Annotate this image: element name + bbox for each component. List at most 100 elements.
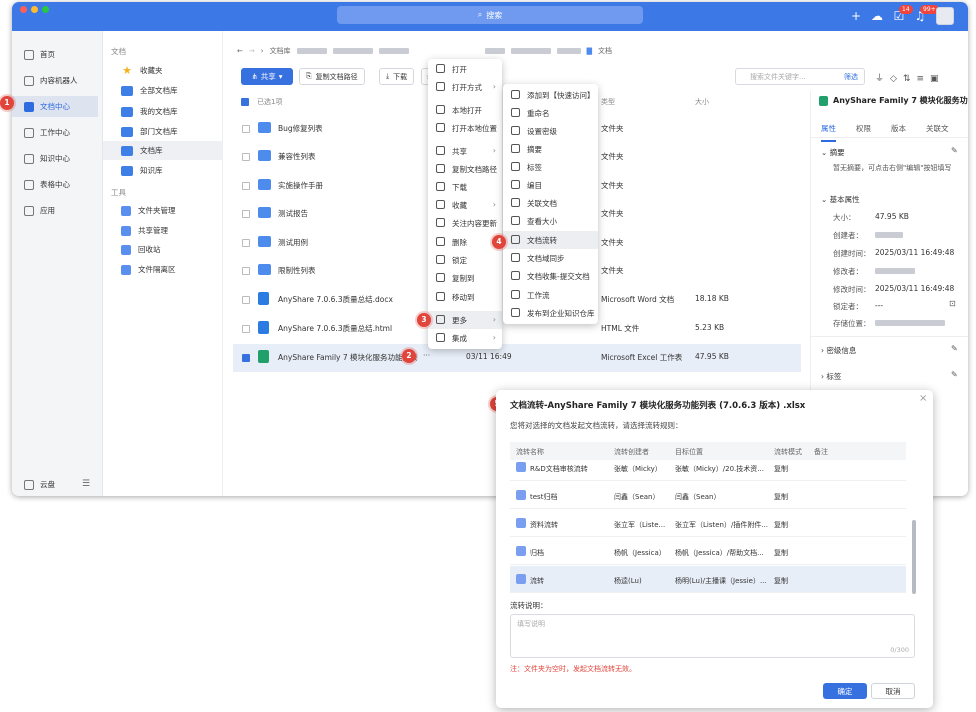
table-row[interactable]: test归档 闫鑫（Sean） 闫鑫（Sean） 复制 — [510, 482, 906, 509]
basic-props-header[interactable]: ⌄ 基本属性 — [821, 194, 860, 205]
file-name[interactable]: 兼容性列表 — [278, 151, 316, 162]
sort-icon[interactable]: ⇅ — [903, 74, 917, 84]
sidebar-item-doc-library[interactable]: 文档库 — [103, 141, 222, 160]
download-button[interactable]: ⤓ 下载 — [379, 68, 415, 85]
sidebar-item-recycle-bin[interactable]: 回收站 — [103, 240, 222, 259]
forward-icon[interactable]: → — [249, 47, 255, 55]
nav-content-robot[interactable]: 内容机器人 — [12, 70, 98, 91]
menu-share[interactable]: 共享 › — [428, 142, 502, 160]
select-all-checkbox[interactable] — [241, 98, 249, 106]
submenu-view-size[interactable]: 查看大小 — [503, 212, 598, 230]
submenu-summary[interactable]: 摘要 — [503, 140, 598, 158]
submenu-domain-sync[interactable]: 文档域同步 — [503, 249, 598, 267]
row-checkbox[interactable] — [242, 125, 250, 133]
share-button[interactable]: ⋔ 共享 ▾ — [241, 68, 293, 85]
table-row[interactable]: AnyShare Family 7 模块化服务功能列表 ··· 03/11 16:4… — [233, 344, 801, 372]
menu-move-to[interactable]: 移动到 — [428, 288, 502, 306]
row-checkbox[interactable] — [242, 210, 250, 218]
redacted-crumb[interactable] — [510, 48, 551, 54]
nav-table-center[interactable]: 表格中心 — [12, 174, 98, 195]
sidebar-item-favorites[interactable]: ★ 收藏夹 — [103, 61, 222, 80]
file-name[interactable]: 测试报告 — [278, 208, 308, 219]
collapse-sidebar-icon[interactable]: ☰ — [82, 479, 90, 489]
close-window-button[interactable] — [20, 6, 27, 13]
menu-delete[interactable]: 删除 — [428, 233, 502, 251]
table-row[interactable]: 资料流转 张立军（Liste... 张立军（Listen）/插件附件... 复制 — [510, 510, 906, 537]
summary-header[interactable]: ⌄ 摘要 — [821, 147, 845, 158]
row-checkbox[interactable] — [242, 267, 250, 275]
breadcrumb-lib[interactable]: 文档库 — [270, 46, 291, 56]
submenu-publish-knowledge[interactable]: 发布到企业知识仓库 — [503, 304, 598, 322]
cancel-button[interactable]: 取消 — [871, 683, 915, 699]
tab-versions[interactable]: 版本 — [891, 123, 906, 142]
sidebar-item-all-libraries[interactable]: 全部文档库 — [103, 81, 222, 100]
maximize-window-button[interactable] — [42, 6, 49, 13]
menu-local-open[interactable]: 本地打开 — [428, 101, 502, 119]
row-checkbox[interactable] — [242, 239, 250, 247]
menu-open-location[interactable]: 打开本地位置 — [428, 119, 502, 137]
file-name[interactable]: 测试用例 — [278, 237, 308, 248]
file-name[interactable]: Bug修复列表 — [278, 123, 323, 134]
row-checkbox[interactable] — [242, 153, 250, 161]
row-checkbox[interactable] — [242, 354, 250, 362]
more-actions-icon[interactable]: ··· — [423, 351, 430, 360]
menu-more[interactable]: 更多 › — [428, 311, 502, 329]
filter-button[interactable]: 筛选 — [844, 72, 858, 82]
file-name[interactable]: AnyShare Family 7 模块化服务功能列表 — [278, 352, 418, 363]
nav-apps[interactable]: 应用 — [12, 200, 98, 221]
lock-icon[interactable]: ⊡ — [949, 299, 956, 308]
submenu-tags[interactable]: 标签 — [503, 158, 598, 176]
table-row[interactable]: 归档 杨帆（Jessica） 杨帆（Jessica）/帮助文档... 复制 — [510, 538, 906, 565]
submenu-quick-access[interactable]: 添加到【快速访问】 — [503, 86, 598, 104]
submenu-security-level[interactable]: 设置密级 — [503, 122, 598, 140]
file-search-input[interactable]: 搜索文件关键字... 筛选 — [735, 68, 865, 85]
submenu-rename[interactable]: 重命名 — [503, 104, 598, 122]
tab-permissions[interactable]: 权限 — [856, 123, 871, 142]
menu-copy-path[interactable]: 复制文档路径 — [428, 160, 502, 178]
file-name[interactable]: AnyShare 7.0.6.3质量总结.docx — [278, 294, 393, 305]
redacted-crumb[interactable] — [484, 48, 505, 54]
note-textarea[interactable]: 填写说明 0/300 — [510, 614, 915, 658]
redacted-crumb[interactable] — [296, 48, 327, 54]
row-checkbox[interactable] — [242, 296, 250, 304]
menu-integration[interactable]: 集成 › — [428, 329, 502, 347]
menu-open-with[interactable]: 打开方式 › — [428, 78, 502, 96]
sidebar-item-share-mgmt[interactable]: 共享管理 — [103, 221, 222, 240]
menu-follow-updates[interactable]: 关注内容更新 — [428, 214, 502, 232]
menu-download[interactable]: 下载 — [428, 178, 502, 196]
menu-lock[interactable]: 锁定 — [428, 251, 502, 269]
submenu-collect-submit[interactable]: 文档收集-提交文档 — [503, 267, 598, 285]
edit-summary-icon[interactable]: ✎ — [951, 146, 958, 155]
redacted-crumb[interactable] — [332, 48, 373, 54]
security-section[interactable]: › 密级信息 — [821, 345, 856, 356]
tags-section[interactable]: › 标签 — [821, 371, 841, 382]
file-name[interactable]: AnyShare 7.0.6.3质量总结.html — [278, 323, 392, 334]
filter-icon[interactable]: ⏚ — [875, 74, 890, 84]
redacted-crumb[interactable] — [378, 48, 409, 54]
edit-tags-icon[interactable]: ✎ — [951, 370, 958, 379]
redacted-crumb[interactable] — [556, 48, 581, 54]
sidebar-item-dept-library[interactable]: 部门文档库 — [103, 122, 222, 141]
menu-favorite[interactable]: 收藏 › — [428, 196, 502, 214]
menu-copy-to[interactable]: 复制到 — [428, 269, 502, 287]
back-icon[interactable]: ← — [237, 47, 243, 55]
tab-properties[interactable]: 属性 — [821, 123, 836, 142]
edit-security-icon[interactable]: ✎ — [951, 344, 958, 353]
column-size[interactable]: 大小 — [695, 97, 709, 107]
sidebar-item-folder-mgmt[interactable]: 文件夹管理 — [103, 201, 222, 220]
global-search[interactable]: ⌕ 搜索 — [337, 6, 643, 24]
submenu-workflow[interactable]: 工作流 — [503, 286, 598, 304]
sidebar-item-knowledge-base[interactable]: 知识库 — [103, 161, 222, 180]
ok-button[interactable]: 确定 — [823, 683, 867, 699]
table-scrollbar[interactable] — [912, 520, 916, 594]
bell-icon[interactable]: ♫ 99+ — [912, 5, 939, 24]
sidebar-item-my-library[interactable]: 我的文档库 — [103, 102, 222, 121]
tag-icon[interactable]: ◇ — [890, 74, 903, 84]
panel-icon[interactable]: ▣ — [930, 74, 945, 84]
submenu-related-docs[interactable]: 关联文档 — [503, 194, 598, 212]
add-icon[interactable]: + — [848, 8, 864, 24]
minimize-window-button[interactable] — [31, 6, 38, 13]
task-icon[interactable]: ☑ 14 — [891, 5, 913, 24]
nav-home[interactable]: 首页 — [12, 44, 98, 65]
submenu-catalog[interactable]: 编目 — [503, 176, 598, 194]
